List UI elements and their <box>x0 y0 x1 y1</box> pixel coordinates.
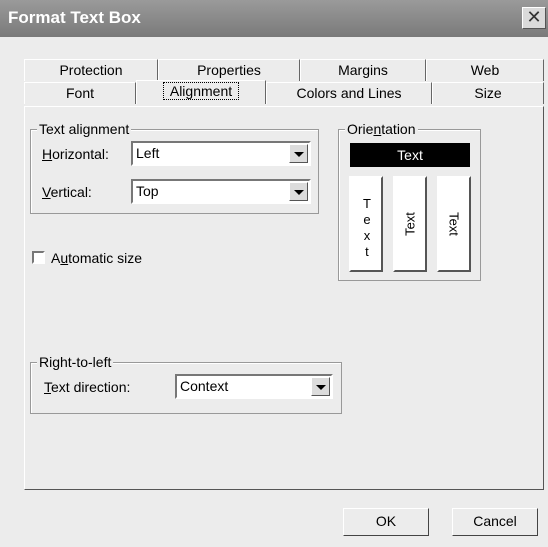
horizontal-label: Horizontal: <box>42 146 109 162</box>
chevron-down-icon[interactable] <box>289 182 308 201</box>
tab-label: Font <box>65 85 94 101</box>
format-text-box-dialog: Format Text Box ✕ Protection Properties … <box>0 0 548 547</box>
cancel-label: Cancel <box>473 513 517 529</box>
orientation-horizontal-text: Text <box>397 147 423 163</box>
tab-label: Properties <box>197 62 261 78</box>
tab-alignment[interactable]: Alignment <box>136 80 266 104</box>
vertical-label: Vertical: <box>42 184 92 200</box>
stacked-letter: x <box>363 228 371 243</box>
tab-label: Alignment <box>162 82 240 100</box>
orientation-rotated-down-option[interactable]: Text <box>437 176 471 272</box>
orientation-rotated-up-option[interactable]: Text <box>393 176 427 272</box>
rotated-up-text: Text <box>402 212 418 236</box>
automatic-size-checkbox[interactable] <box>32 251 45 264</box>
close-button[interactable]: ✕ <box>522 7 546 29</box>
ok-label: OK <box>375 513 397 529</box>
horizontal-value: Left <box>136 145 160 161</box>
tab-label: Size <box>474 85 502 101</box>
tab-label: Web <box>470 62 500 78</box>
chevron-down-icon[interactable] <box>311 377 330 396</box>
tab-colors-and-lines[interactable]: Colors and Lines <box>266 82 432 104</box>
stacked-text: T e x t <box>363 196 371 260</box>
stacked-letter: T <box>363 196 371 211</box>
tab-label: Colors and Lines <box>296 85 402 101</box>
stacked-letter: e <box>363 212 371 227</box>
vertical-label-rest: ertical: <box>50 184 92 200</box>
tab-margins[interactable]: Margins <box>300 59 426 81</box>
orientation-horizontal-option[interactable]: Text <box>350 143 470 167</box>
title-bar: Format Text Box ✕ <box>0 0 548 37</box>
orientation-legend: Orientation <box>345 121 418 137</box>
tab-web[interactable]: Web <box>426 59 544 81</box>
text-alignment-legend: Text alignment <box>37 121 132 137</box>
ok-button[interactable]: OK <box>343 508 429 536</box>
close-icon: ✕ <box>526 7 542 27</box>
tab-protection[interactable]: Protection <box>24 59 158 81</box>
text-direction-value: Context <box>180 378 229 394</box>
orientation-stacked-option[interactable]: T e x t <box>349 176 383 272</box>
tab-label: Margins <box>338 62 388 78</box>
tab-properties[interactable]: Properties <box>158 59 300 81</box>
tab-size[interactable]: Size <box>432 82 544 104</box>
text-direction-label: Text direction: <box>44 379 131 395</box>
tab-label: Protection <box>59 62 123 78</box>
stacked-letter: t <box>365 244 369 259</box>
automatic-size-label[interactable]: Automatic size <box>51 250 142 266</box>
vertical-value: Top <box>136 183 159 199</box>
window-title: Format Text Box <box>8 8 141 27</box>
vertical-select[interactable]: Top <box>131 179 311 204</box>
cancel-button[interactable]: Cancel <box>452 508 538 536</box>
horizontal-label-rest: orizontal: <box>52 146 109 162</box>
right-to-left-legend: Right-to-left <box>37 354 114 370</box>
text-direction-select[interactable]: Context <box>175 374 333 399</box>
chevron-down-icon[interactable] <box>289 144 308 163</box>
tab-font[interactable]: Font <box>24 82 136 104</box>
horizontal-select[interactable]: Left <box>131 141 311 166</box>
rotated-down-text: Text <box>446 212 462 236</box>
